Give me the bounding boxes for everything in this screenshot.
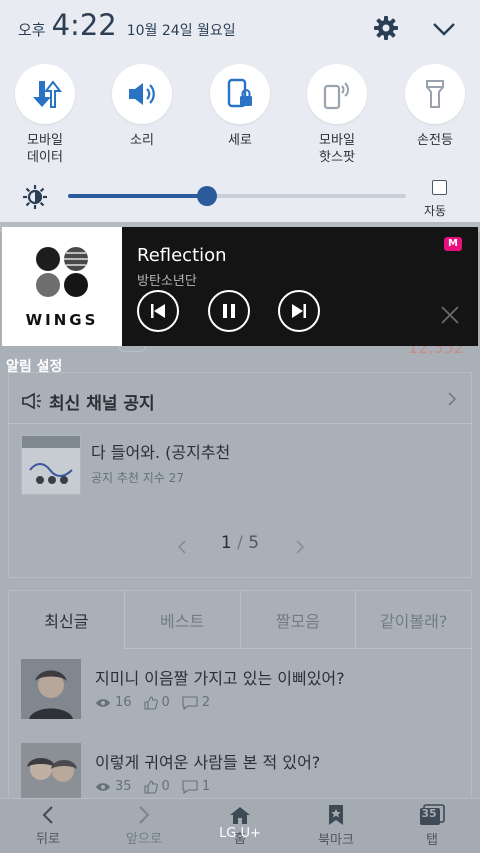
mobile-hotspot-icon bbox=[323, 82, 349, 110]
posts-card: 최신글 베스트 짤모음 같이볼래? 지미니 이음짤 가지고 있는 이삐있어? 1… bbox=[8, 590, 472, 810]
quick-settings: 모바일 데이터 소리 세로 모바일 핫스팟 손전등 bbox=[0, 64, 480, 174]
view-count: 16 bbox=[115, 695, 132, 710]
previous-track-button[interactable] bbox=[137, 290, 179, 332]
song-title: Reflection bbox=[137, 245, 227, 266]
post-thumbnail bbox=[21, 659, 81, 719]
pause-button[interactable] bbox=[208, 290, 250, 332]
brightness-thumb[interactable] bbox=[196, 186, 217, 206]
music-notification[interactable]: WINGS Reflection 방탄소년단 M bbox=[2, 227, 478, 346]
qs-label: 세로 bbox=[228, 133, 252, 148]
qs-rotation[interactable]: 세로 bbox=[195, 64, 285, 149]
gear-icon[interactable] bbox=[372, 14, 400, 42]
back-icon bbox=[42, 806, 53, 824]
megaphone-icon bbox=[22, 392, 41, 410]
pause-icon bbox=[223, 304, 235, 318]
comment-count: 2 bbox=[201, 695, 211, 710]
notice-header: 최신 채널 공지 bbox=[21, 387, 155, 415]
chevron-right-icon[interactable] bbox=[447, 391, 457, 407]
pager-next-icon[interactable] bbox=[295, 539, 305, 555]
qs-mobile-data[interactable]: 모바일 데이터 bbox=[0, 64, 90, 166]
skip-previous-icon bbox=[151, 304, 165, 318]
sound-icon bbox=[129, 83, 155, 105]
song-artist: 방탄소년단 bbox=[137, 274, 197, 289]
like-count: 0 bbox=[161, 695, 170, 710]
next-track-button[interactable] bbox=[278, 290, 320, 332]
qs-hotspot[interactable]: 모바일 핫스팟 bbox=[292, 64, 382, 166]
notification-shade: 오후 4:22 10월 24일 월요일 모바일 데이터 소리 세로 모바일 핫스… bbox=[0, 0, 480, 222]
tab-latest[interactable]: 최신글 bbox=[9, 591, 124, 649]
tab-watch-together[interactable]: 같이볼래? bbox=[355, 591, 471, 649]
qs-label: 소리 bbox=[130, 133, 154, 148]
notice-header-label: 최신 채널 공지 bbox=[49, 393, 155, 414]
thumbs-up-icon bbox=[143, 779, 158, 794]
auto-brightness-checkbox[interactable] bbox=[432, 180, 447, 195]
clock-date: 10월 24일 월요일 bbox=[126, 23, 236, 39]
auto-brightness-label: 자동 bbox=[424, 204, 447, 218]
notice-thumbnail bbox=[21, 435, 81, 495]
comment-icon bbox=[182, 695, 198, 710]
skip-next-icon bbox=[292, 304, 306, 318]
qs-label: 모바일 핫스팟 bbox=[319, 133, 355, 165]
notification-settings-label[interactable]: 알림 설정 bbox=[6, 356, 62, 376]
post-title: 지미니 이음짤 가지고 있는 이삐있어? bbox=[95, 669, 345, 688]
clock-time: 4:22 bbox=[51, 8, 117, 42]
tab-gallery[interactable]: 짤모음 bbox=[239, 591, 356, 649]
album-title: WINGS bbox=[25, 311, 99, 329]
pager: 1 / 5 bbox=[9, 533, 471, 553]
status-clock: 오후 4:22 10월 24일 월요일 bbox=[18, 8, 236, 42]
bookmark-icon bbox=[329, 805, 343, 825]
notice-subtitle: 공지 추천 지수 27 bbox=[91, 471, 184, 485]
like-count: 0 bbox=[161, 779, 170, 794]
chevron-down-icon[interactable] bbox=[430, 18, 458, 40]
pager-total: 5 bbox=[248, 533, 260, 553]
pager-current: 1 bbox=[220, 533, 232, 553]
pager-separator: / bbox=[237, 533, 243, 553]
brightness-control: 자동 bbox=[0, 176, 480, 220]
qs-flashlight[interactable]: 손전등 bbox=[390, 64, 480, 149]
brightness-slider[interactable] bbox=[68, 186, 406, 206]
mnet-logo: M bbox=[444, 237, 462, 251]
forward-icon bbox=[139, 806, 150, 824]
brightness-icon bbox=[23, 185, 47, 209]
tab-bar: 최신글 베스트 짤모음 같이볼래? bbox=[9, 591, 471, 649]
flashlight-icon bbox=[426, 80, 444, 108]
mobile-data-icon bbox=[33, 80, 62, 108]
brightness-fill bbox=[68, 194, 207, 198]
home-icon bbox=[230, 807, 250, 824]
tab-best[interactable]: 베스트 bbox=[123, 591, 240, 649]
carrier-label: LG U+ bbox=[219, 826, 261, 841]
view-count: 35 bbox=[115, 779, 132, 794]
comment-icon bbox=[182, 779, 198, 794]
tab-count: 35 bbox=[421, 807, 437, 820]
comment-count: 1 bbox=[201, 779, 211, 794]
post-thumbnail bbox=[21, 743, 81, 803]
qs-label: 손전등 bbox=[417, 133, 453, 148]
close-icon[interactable] bbox=[438, 303, 462, 327]
mnet-logo-text: M bbox=[448, 238, 458, 249]
post-meta: 16 0 2 bbox=[95, 695, 210, 710]
qs-label: 모바일 데이터 bbox=[27, 133, 63, 165]
notice-title[interactable]: 다 들어와. (공지추천 bbox=[91, 439, 230, 463]
notice-card[interactable]: 최신 채널 공지 다 들어와. (공지추천 공지 추천 지수 27 1 / 5 bbox=[8, 372, 472, 578]
clock-ampm: 오후 bbox=[18, 21, 46, 39]
thumbs-up-icon bbox=[143, 695, 158, 710]
qs-sound[interactable]: 소리 bbox=[97, 64, 187, 149]
album-art: WINGS bbox=[2, 227, 122, 346]
list-item[interactable]: 지미니 이음짤 가지고 있는 이삐있어? 16 0 2 bbox=[21, 659, 461, 723]
post-title: 이렇게 귀여운 사람들 본 적 있어? bbox=[95, 753, 321, 772]
post-meta: 35 0 1 bbox=[95, 779, 210, 794]
eye-icon bbox=[96, 782, 110, 791]
divider bbox=[9, 423, 471, 424]
rotation-lock-icon bbox=[227, 78, 252, 108]
eye-icon bbox=[96, 698, 110, 707]
